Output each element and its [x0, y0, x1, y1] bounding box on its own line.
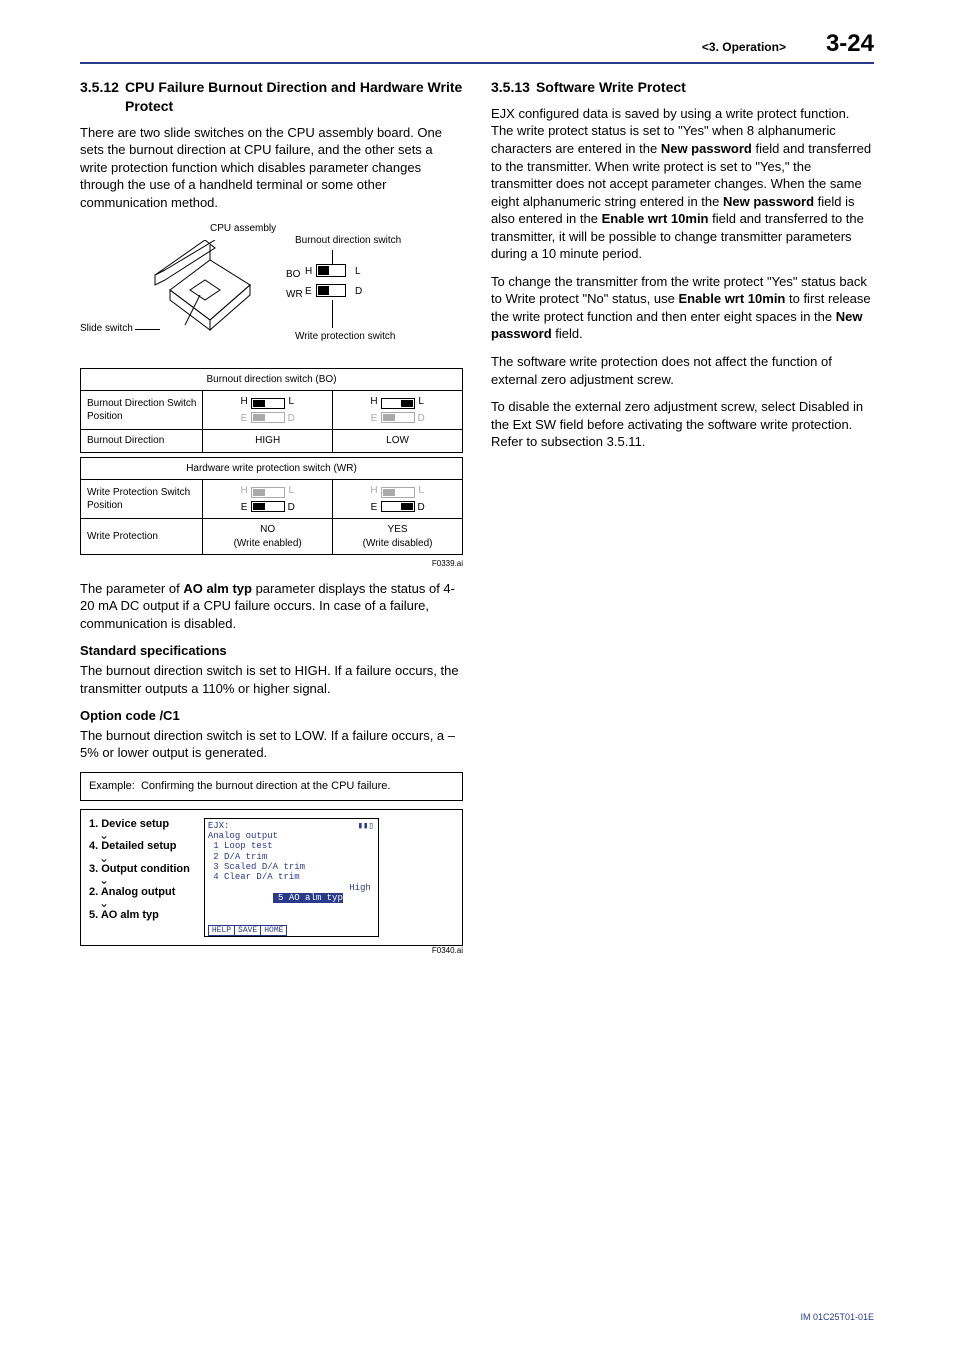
cpu-assembly-diagram: CPU assembly Burnout direction switch Wr…: [80, 222, 463, 362]
section-3-5-13-heading: 3.5.13 Software Write Protect: [491, 78, 874, 97]
burnout-direction-table: Burnout direction switch (BO) Burnout Di…: [80, 368, 463, 453]
option-c1-heading: Option code /C1: [80, 707, 463, 725]
section-3-5-12-heading: 3.5.12 CPU Failure Burnout Direction and…: [80, 78, 463, 116]
page-header: <3. Operation> 3-24: [80, 30, 874, 64]
ao-alm-typ-paragraph: The parameter of AO alm typ parameter di…: [80, 580, 463, 633]
cpu-board-icon: [150, 240, 260, 350]
right-p2: To change the transmitter from the write…: [491, 273, 874, 343]
footer-doc-id: IM 01C25T01-01E: [800, 1312, 874, 1322]
battery-icon: ▮▮▯: [358, 821, 374, 831]
header-section: <3. Operation>: [702, 40, 786, 54]
right-p1: EJX configured data is saved by using a …: [491, 105, 874, 263]
lcd-home-button: HOME: [260, 925, 287, 936]
path-step-5: 5. AO alm typ: [89, 909, 190, 921]
chevron-down-icon: ⌄: [89, 830, 190, 841]
figure-note-2: F0340.ai: [80, 946, 463, 957]
standard-spec-text: The burnout direction switch is set to H…: [80, 662, 463, 697]
cpu-assembly-label: CPU assembly: [210, 222, 276, 236]
right-p3: The software write protection does not a…: [491, 353, 874, 388]
lcd-save-button: SAVE: [234, 925, 260, 936]
option-c1-text: The burnout direction switch is set to L…: [80, 727, 463, 762]
standard-spec-heading: Standard specifications: [80, 642, 463, 660]
slide-switch-label: Slide switch: [80, 322, 133, 336]
left-column: 3.5.12 CPU Failure Burnout Direction and…: [80, 78, 463, 967]
chevron-down-icon: ⌄: [89, 898, 190, 909]
header-page-number: 3-24: [826, 30, 874, 58]
right-p4: To disable the external zero adjustment …: [491, 398, 874, 451]
lcd-help-button: HELP: [208, 925, 234, 936]
intro-paragraph: There are two slide switches on the CPU …: [80, 124, 463, 212]
bo-switch-icon: [316, 264, 346, 277]
right-column: 3.5.13 Software Write Protect EJX config…: [491, 78, 874, 967]
wr-switch-icon: [316, 284, 346, 297]
chevron-down-icon: ⌄: [89, 853, 190, 864]
menu-path-frame: 1. Device setup ⌄ 4. Detailed setup ⌄ 3.…: [80, 809, 463, 947]
hart-lcd-screen: ▮▮▯ EJX: Analog output 1 Loop test 2 D/A…: [204, 818, 379, 938]
example-frame: Example: Confirming the burnout directio…: [80, 772, 463, 801]
wr-label: WR: [286, 288, 303, 302]
chevron-down-icon: ⌄: [89, 875, 190, 886]
write-switch-label: Write protection switch: [295, 330, 395, 344]
bo-label: BO: [286, 268, 300, 282]
burnout-switch-label: Burnout direction switch: [295, 234, 401, 248]
figure-note-1: F0339.ai: [80, 559, 463, 570]
write-protection-table: Hardware write protection switch (WR) Wr…: [80, 457, 463, 556]
